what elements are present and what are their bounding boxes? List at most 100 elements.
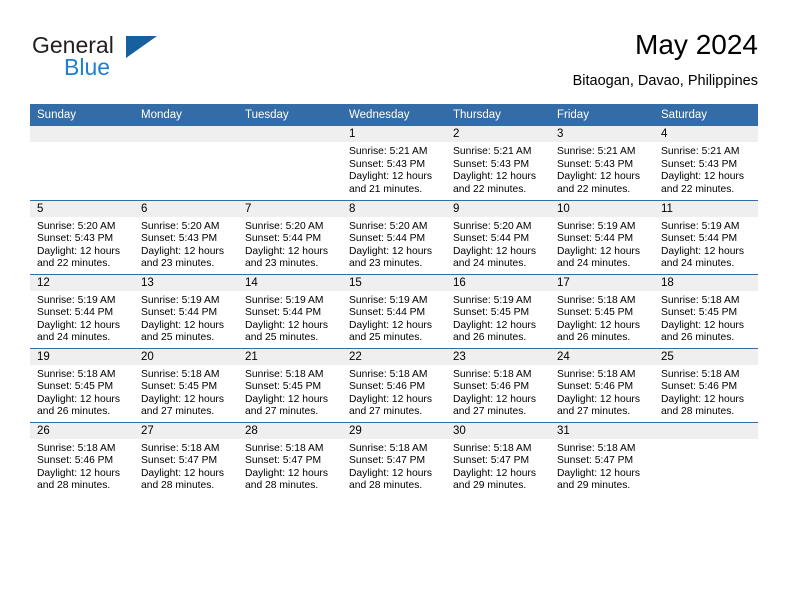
calendar-day-cell[interactable]: 2 Sunrise: 5:21 AM Sunset: 5:43 PM Daylight… xyxy=(446,126,550,200)
calendar-day-cell-empty[interactable] xyxy=(134,126,238,200)
calendar-day-cell[interactable]: 28 Sunrise: 5:18 AM Sunset: 5:47 PM Dayligh… xyxy=(238,421,342,496)
day-number-bar xyxy=(654,422,758,439)
sunset-time: Sunset: 5:46 PM xyxy=(453,381,530,393)
calendar-day-cell[interactable]: 8 Sunrise: 5:20 AM Sunset: 5:44 PM Daylight… xyxy=(342,199,446,274)
day-details: Sunrise: 5:18 AM Sunset: 5:46 PM Daylight:… xyxy=(30,439,134,493)
daylight-duration-line1: Daylight: 12 hours xyxy=(557,467,640,479)
sunrise-time: Sunrise: 5:21 AM xyxy=(349,146,428,157)
calendar-day-cell[interactable]: 20 Sunrise: 5:18 AM Sunset: 5:45 PM Dayligh… xyxy=(134,347,238,422)
daylight-duration-line2: and 22 minutes. xyxy=(557,183,631,195)
calendar-day-cell[interactable]: 1 Sunrise: 5:21 AM Sunset: 5:43 PM Daylight… xyxy=(342,126,446,200)
sunrise-time: Sunrise: 5:21 AM xyxy=(557,146,636,157)
calendar-day-cell[interactable]: 27 Sunrise: 5:18 AM Sunset: 5:47 PM Dayligh… xyxy=(134,421,238,496)
general-blue-logo[interactable]: General Blue xyxy=(30,32,230,88)
calendar-week-row: 5 Sunrise: 5:20 AM Sunset: 5:43 PM Daylight… xyxy=(30,199,758,274)
day-number: 4 xyxy=(654,126,758,142)
day-details: Sunrise: 5:18 AM Sunset: 5:47 PM Daylight:… xyxy=(134,439,238,493)
daylight-duration-line2: and 22 minutes. xyxy=(453,183,527,195)
day-details: Sunrise: 5:20 AM Sunset: 5:43 PM Daylight:… xyxy=(134,217,238,271)
weekday-header-monday: Monday xyxy=(134,104,238,126)
day-number: 26 xyxy=(30,422,134,439)
day-details: Sunrise: 5:18 AM Sunset: 5:45 PM Daylight:… xyxy=(30,365,134,419)
calendar-day-cell[interactable]: 14 Sunrise: 5:19 AM Sunset: 5:44 PM Dayligh… xyxy=(238,273,342,348)
sunrise-time: Sunrise: 5:18 AM xyxy=(349,442,428,454)
calendar-page: General Blue May 2024 Bitaogan, Davao, P… xyxy=(0,0,792,612)
calendar-day-cell[interactable]: 25 Sunrise: 5:18 AM Sunset: 5:46 PM Dayligh… xyxy=(654,347,758,422)
calendar-day-cell-empty[interactable] xyxy=(654,421,758,496)
daylight-duration-line1: Daylight: 12 hours xyxy=(557,393,640,405)
daylight-duration-line1: Daylight: 12 hours xyxy=(453,467,536,479)
calendar-day-cell[interactable]: 17 Sunrise: 5:18 AM Sunset: 5:45 PM Dayligh… xyxy=(550,273,654,348)
daylight-duration-line2: and 27 minutes. xyxy=(141,406,215,418)
calendar-day-cell[interactable]: 29 Sunrise: 5:18 AM Sunset: 5:47 PM Dayligh… xyxy=(342,421,446,496)
calendar-day-cell[interactable]: 12 Sunrise: 5:19 AM Sunset: 5:44 PM Dayligh… xyxy=(30,273,134,348)
sunrise-time: Sunrise: 5:18 AM xyxy=(557,368,636,380)
daylight-duration-line2: and 24 minutes. xyxy=(453,258,527,270)
calendar-day-cell[interactable]: 9 Sunrise: 5:20 AM Sunset: 5:44 PM Daylight… xyxy=(446,199,550,274)
calendar-day-cell[interactable]: 21 Sunrise: 5:18 AM Sunset: 5:45 PM Dayligh… xyxy=(238,347,342,422)
daylight-duration-line2: and 25 minutes. xyxy=(141,332,215,344)
sunrise-time: Sunrise: 5:18 AM xyxy=(37,368,116,380)
calendar-day-cell[interactable]: 23 Sunrise: 5:18 AM Sunset: 5:46 PM Dayligh… xyxy=(446,347,550,422)
sunrise-time: Sunrise: 5:19 AM xyxy=(141,294,220,306)
daylight-duration-line1: Daylight: 12 hours xyxy=(349,467,432,479)
day-number: 27 xyxy=(134,422,238,439)
calendar-day-cell[interactable]: 6 Sunrise: 5:20 AM Sunset: 5:43 PM Daylight… xyxy=(134,199,238,274)
sunset-time: Sunset: 5:44 PM xyxy=(245,233,322,245)
calendar-day-cell[interactable]: 3 Sunrise: 5:21 AM Sunset: 5:43 PM Daylight… xyxy=(550,126,654,200)
daylight-duration-line1: Daylight: 12 hours xyxy=(557,171,640,183)
day-details: Sunrise: 5:21 AM Sunset: 5:43 PM Daylight:… xyxy=(550,142,654,196)
sunrise-time: Sunrise: 5:19 AM xyxy=(661,220,740,232)
sunset-time: Sunset: 5:45 PM xyxy=(245,381,322,393)
daylight-duration-line2: and 21 minutes. xyxy=(349,183,423,195)
calendar-day-cell[interactable]: 19 Sunrise: 5:18 AM Sunset: 5:45 PM Dayligh… xyxy=(30,347,134,422)
calendar-day-cell[interactable]: 26 Sunrise: 5:18 AM Sunset: 5:46 PM Dayligh… xyxy=(30,421,134,496)
calendar-day-cell[interactable]: 13 Sunrise: 5:19 AM Sunset: 5:44 PM Dayligh… xyxy=(134,273,238,348)
calendar-day-cell[interactable]: 7 Sunrise: 5:20 AM Sunset: 5:44 PM Daylight… xyxy=(238,199,342,274)
day-number: 22 xyxy=(342,348,446,365)
calendar-day-cell[interactable]: 22 Sunrise: 5:18 AM Sunset: 5:46 PM Dayligh… xyxy=(342,347,446,422)
calendar-day-cell[interactable]: 10 Sunrise: 5:19 AM Sunset: 5:44 PM Dayligh… xyxy=(550,199,654,274)
daylight-duration-line1: Daylight: 12 hours xyxy=(349,171,432,183)
daylight-duration-line1: Daylight: 12 hours xyxy=(245,393,328,405)
calendar-day-cell-empty[interactable] xyxy=(238,126,342,200)
calendar-day-cell[interactable]: 16 Sunrise: 5:19 AM Sunset: 5:45 PM Dayligh… xyxy=(446,273,550,348)
calendar-day-cell[interactable]: 5 Sunrise: 5:20 AM Sunset: 5:43 PM Daylight… xyxy=(30,199,134,274)
calendar-day-cell[interactable]: 30 Sunrise: 5:18 AM Sunset: 5:47 PM Dayligh… xyxy=(446,421,550,496)
weekday-header-friday: Friday xyxy=(550,104,654,126)
day-number: 24 xyxy=(550,348,654,365)
daylight-duration-line2: and 29 minutes. xyxy=(557,480,631,492)
day-number-bar xyxy=(134,126,238,142)
calendar-day-cell[interactable]: 31 Sunrise: 5:18 AM Sunset: 5:47 PM Dayligh… xyxy=(550,421,654,496)
day-number-bar xyxy=(238,126,342,142)
sunrise-time: Sunrise: 5:18 AM xyxy=(557,442,636,454)
day-number: 1 xyxy=(342,126,446,142)
sunrise-time: Sunrise: 5:19 AM xyxy=(349,294,428,306)
daylight-duration-line1: Daylight: 12 hours xyxy=(245,467,328,479)
sunset-time: Sunset: 5:45 PM xyxy=(557,307,634,319)
calendar-week-row: 26 Sunrise: 5:18 AM Sunset: 5:46 PM Dayligh… xyxy=(30,421,758,496)
daylight-duration-line2: and 27 minutes. xyxy=(245,406,319,418)
sunset-time: Sunset: 5:44 PM xyxy=(141,307,218,319)
calendar-day-cell[interactable]: 24 Sunrise: 5:18 AM Sunset: 5:46 PM Dayligh… xyxy=(550,347,654,422)
day-number: 17 xyxy=(550,274,654,291)
day-number: 2 xyxy=(446,126,550,142)
calendar-week-row: 1 Sunrise: 5:21 AM Sunset: 5:43 PM Daylight… xyxy=(30,126,758,200)
daylight-duration-line1: Daylight: 12 hours xyxy=(349,245,432,257)
calendar-day-cell[interactable]: 4 Sunrise: 5:21 AM Sunset: 5:43 PM Daylight… xyxy=(654,126,758,200)
daylight-duration-line2: and 24 minutes. xyxy=(557,258,631,270)
day-number: 16 xyxy=(446,274,550,291)
sunrise-time: Sunrise: 5:18 AM xyxy=(453,442,532,454)
daylight-duration-line1: Daylight: 12 hours xyxy=(37,393,120,405)
sunrise-time: Sunrise: 5:18 AM xyxy=(661,294,740,306)
daylight-duration-line1: Daylight: 12 hours xyxy=(349,319,432,331)
day-details: Sunrise: 5:18 AM Sunset: 5:46 PM Daylight:… xyxy=(446,365,550,419)
calendar-day-cell-empty[interactable] xyxy=(30,126,134,200)
calendar-day-cell[interactable]: 11 Sunrise: 5:19 AM Sunset: 5:44 PM Dayligh… xyxy=(654,199,758,274)
daylight-duration-line2: and 26 minutes. xyxy=(37,406,111,418)
calendar-day-cell[interactable]: 18 Sunrise: 5:18 AM Sunset: 5:45 PM Dayligh… xyxy=(654,273,758,348)
calendar-day-cell[interactable]: 15 Sunrise: 5:19 AM Sunset: 5:44 PM Dayligh… xyxy=(342,273,446,348)
sunrise-time: Sunrise: 5:21 AM xyxy=(661,146,740,157)
day-number: 11 xyxy=(654,200,758,217)
daylight-duration-line1: Daylight: 12 hours xyxy=(245,319,328,331)
